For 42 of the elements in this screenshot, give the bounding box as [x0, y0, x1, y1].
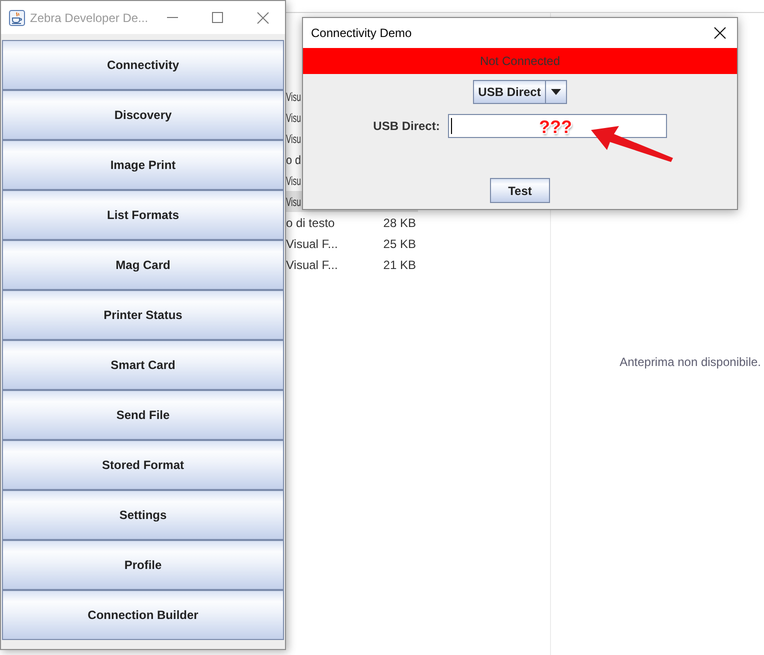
close-icon — [714, 27, 726, 39]
caret-down-icon — [550, 89, 561, 95]
demo-button[interactable]: Stored Format — [2, 440, 284, 490]
preview-message: Anteprima non disponibile. — [620, 355, 761, 369]
file-name: Visu — [286, 132, 301, 146]
file-size: 28 KB — [383, 216, 416, 230]
demo-button[interactable]: Smart Card — [2, 340, 284, 390]
demo-button[interactable]: Profile — [2, 540, 284, 590]
text-cursor-icon — [450, 118, 452, 134]
demo-button[interactable]: Send File — [2, 390, 284, 440]
dialog-title: Connectivity Demo — [310, 26, 413, 40]
demo-button[interactable]: List Formats — [2, 190, 284, 240]
connection-status-bar: Not Connected — [303, 48, 737, 74]
file-size: 25 KB — [383, 236, 416, 250]
window-title: Zebra Developer De... — [30, 10, 148, 24]
demo-button[interactable]: Image Print — [2, 140, 284, 190]
file-row[interactable]: Visual F... 21 KB — [286, 254, 418, 275]
file-name: Visual F... — [286, 258, 338, 272]
close-icon — [256, 12, 268, 24]
file-name: Visu — [286, 90, 301, 104]
demo-button[interactable]: Printer Status — [2, 290, 284, 340]
file-size: 21 KB — [383, 258, 416, 272]
demo-button[interactable]: Connectivity — [2, 40, 284, 90]
file-name: o d — [286, 152, 301, 166]
demo-button[interactable]: Connection Builder — [2, 590, 284, 640]
file-name: Visual F... — [286, 236, 338, 250]
minimize-icon — [167, 17, 178, 18]
file-name: o di testo — [286, 216, 335, 230]
input-field[interactable] — [448, 114, 667, 138]
file-name: Visu — [286, 174, 301, 188]
maximize-icon — [212, 12, 223, 23]
demo-button[interactable]: Mag Card — [2, 240, 284, 290]
file-row[interactable]: o di testo 28 KB — [286, 212, 418, 233]
file-name: Visu — [286, 194, 301, 208]
coffee-cup-icon — [9, 10, 25, 26]
demo-button[interactable]: Discovery — [2, 90, 284, 140]
field-label: USB Direct: — [373, 119, 440, 133]
dialog-button[interactable]: Test — [490, 178, 550, 203]
demo-button[interactable]: Settings — [2, 490, 284, 540]
file-row[interactable]: Visual F... 25 KB — [286, 233, 418, 254]
connection-type-dropdown[interactable]: USB Direct — [473, 80, 567, 104]
annotation-text: ??? — [539, 117, 572, 137]
